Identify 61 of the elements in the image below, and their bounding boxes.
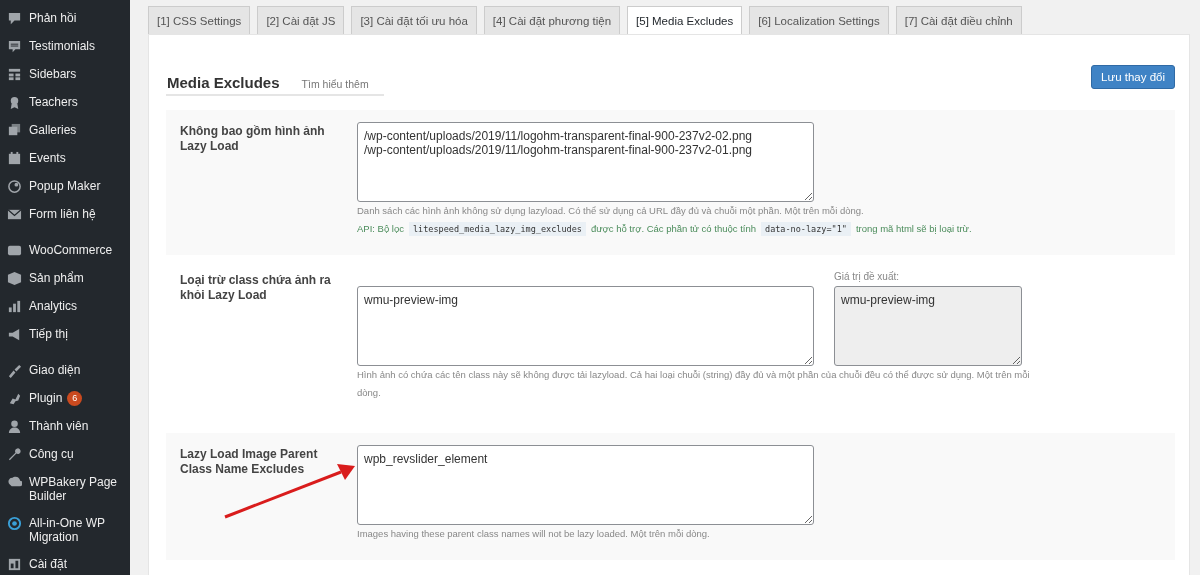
menu-item-icon — [7, 362, 22, 378]
suggested-value-box[interactable]: wmu-preview-img — [834, 286, 1022, 366]
sidebar-item[interactable]: Sản phẩm — [0, 264, 130, 292]
sidebar-item[interactable]: WooCommerce — [0, 236, 130, 264]
sidebar-item[interactable]: Thành viên — [0, 412, 130, 440]
sidebar-item[interactable]: Galleries — [0, 116, 130, 144]
sidebar-item[interactable]: Cài đặt — [0, 550, 130, 575]
tab[interactable]: [5] Media Excludes — [627, 6, 743, 34]
suggestion-caption: Giá trị đề xuất: — [834, 271, 901, 282]
section-title: Media Excludes — [167, 74, 280, 91]
sidebar-item[interactable]: Sidebars — [0, 60, 130, 88]
menu-item-icon — [7, 38, 22, 54]
sidebar-item[interactable]: All-in-One WP Migration — [0, 509, 130, 550]
note-text: API: Bộ lọc — [357, 223, 404, 234]
count-badge: 6 — [67, 390, 83, 406]
tab[interactable]: [4] Cài đặt phương tiện — [483, 6, 621, 34]
menu-item-icon — [7, 326, 22, 342]
menu-item-icon — [7, 10, 22, 26]
text-area[interactable]: wpb_revslider_element — [357, 445, 814, 525]
sidebar-item[interactable]: Công cụ — [0, 440, 130, 468]
code-snippet: data-no-lazy="1" — [761, 222, 851, 236]
note-text: Hình ảnh có chứa các tên class này sẽ không được tải lazyload. Cả hai loại chuỗi (string) đầy đủ và một phần của chuỗi đều có thể được sử dụng. Một trên mỗi dòng. — [357, 369, 1030, 398]
sidebar-item[interactable]: Form liên hệ — [0, 200, 130, 228]
menu-item-icon — [7, 178, 22, 194]
sidebar-item[interactable]: Teachers — [0, 88, 130, 116]
sidebar-item[interactable]: Popup Maker — [0, 172, 130, 200]
note-text: Images having these parent class names will not be lazy loaded. Một trên mỗi dòng. — [357, 528, 710, 539]
setting-label: Không bao gồm hình ảnh Lazy Load — [180, 123, 326, 154]
sidebar-item[interactable]: Giao diện — [0, 356, 130, 384]
menu-item-icon — [7, 298, 22, 314]
note-text: được hỗ trợ. Các phần tử có thuộc tính — [590, 223, 756, 234]
menu-item-icon — [7, 122, 22, 138]
note-text: Danh sách các hình ảnh không sử dụng lazyload. Có thể sử dụng cả URL đầy đủ và chuỗi một phần. Một trên mỗi dòng. — [357, 205, 864, 216]
sidebar-item[interactable]: Testimonials — [0, 32, 130, 60]
menu-item-icon — [7, 418, 22, 434]
sidebar-item[interactable]: Analytics — [0, 292, 130, 320]
sidebar-item[interactable]: Phản hồi — [0, 4, 130, 32]
text-area[interactable]: wmu-preview-img — [357, 286, 814, 366]
tab[interactable]: [2] Cài đặt JS — [257, 6, 345, 34]
note-text: trong mã html sẽ bị loại trừ. — [855, 223, 972, 234]
sidebar-item[interactable]: Tiếp thị — [0, 320, 130, 348]
code-snippet: litespeed_media_lazy_img_excludes — [409, 222, 586, 236]
tab[interactable]: [1] CSS Settings — [148, 6, 251, 34]
setting-label: Loại trừ class chứa ảnh ra khỏi Lazy Load — [180, 272, 332, 303]
menu-item-icon — [7, 150, 22, 166]
text-area[interactable]: /wp-content/uploads/2019/11/logohm-transparent-final-900-237v2-02.png /wp-content/uploads/2019/11/logohm-transparent-final-900-237v2-01.png — [357, 122, 814, 202]
menu-item-icon — [7, 270, 22, 286]
menu-item-icon — [7, 446, 22, 462]
save-button[interactable]: Lưu thay đổi — [1091, 65, 1175, 89]
sidebar-item[interactable]: Plugin 6 — [0, 384, 130, 412]
sidebar-item[interactable]: WPBakery Page Builder — [0, 468, 130, 509]
menu-item-icon — [7, 66, 22, 82]
sidebar-item[interactable]: Events — [0, 144, 130, 172]
tab[interactable]: [3] Cài đặt tối ưu hóa — [351, 6, 477, 34]
tab[interactable]: [7] Cài đặt điều chỉnh — [895, 6, 1022, 34]
menu-item-icon — [7, 556, 22, 572]
tab[interactable]: [6] Localization Settings — [749, 6, 889, 34]
learn-more-link[interactable]: Tìm hiểu thêm — [301, 78, 369, 90]
menu-item-icon — [7, 515, 22, 531]
menu-item-icon — [7, 206, 22, 222]
setting-label: Lazy Load Image Parent Class Name Excludes — [180, 446, 319, 477]
